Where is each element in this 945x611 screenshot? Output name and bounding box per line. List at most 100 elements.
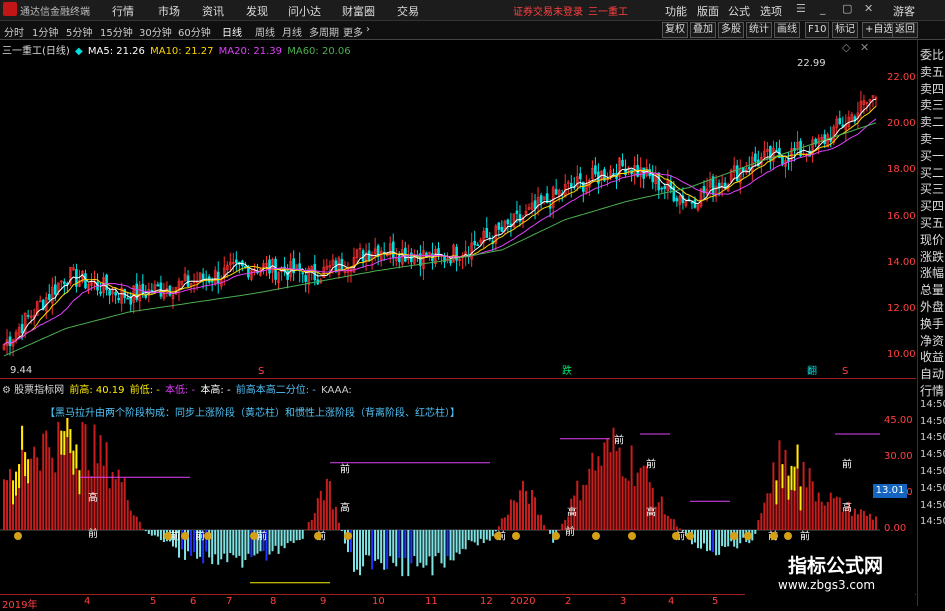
indicator-bar bbox=[615, 451, 618, 530]
menu-item-faxian[interactable]: 发现 bbox=[246, 3, 268, 19]
indicator-bar bbox=[823, 505, 826, 530]
indicator-bar bbox=[712, 530, 715, 553]
indicator-bar bbox=[721, 530, 724, 547]
side-panel-item: 净资 bbox=[920, 333, 945, 348]
indicator-bar bbox=[597, 456, 600, 530]
chevron-right-icon[interactable]: › bbox=[366, 24, 370, 35]
indicator-bar bbox=[135, 516, 138, 530]
candle-body bbox=[47, 293, 51, 300]
login-status[interactable]: 证券交易未登录 bbox=[513, 3, 583, 18]
date-tick-label: 5 bbox=[150, 596, 157, 607]
ma60-line bbox=[3, 122, 877, 357]
price-chart[interactable]: 22.99 9.44 S 跌 翻 S bbox=[0, 56, 916, 379]
menu-item-xuanxiang[interactable]: 选项 bbox=[760, 3, 782, 19]
indicator-bar bbox=[772, 462, 775, 530]
guest-label[interactable]: 游客 bbox=[893, 3, 915, 19]
period-more[interactable]: 更多 bbox=[343, 24, 363, 39]
signal-marker: S bbox=[842, 366, 848, 377]
indicator-bar bbox=[859, 509, 862, 530]
indicator-value-badge: 13.01 bbox=[873, 484, 907, 498]
menu-item-zixun[interactable]: 资讯 bbox=[202, 3, 224, 19]
side-panel-item: 卖五 bbox=[920, 64, 945, 79]
period-monthly[interactable]: 月线 bbox=[282, 24, 302, 39]
period-5min[interactable]: 5分钟 bbox=[66, 24, 92, 39]
indicator-bar bbox=[431, 530, 434, 576]
period-weekly[interactable]: 周线 bbox=[255, 24, 275, 39]
price-tick-label: 12.00 bbox=[887, 302, 916, 314]
indicator-bar bbox=[374, 530, 377, 561]
indicator-bar bbox=[9, 469, 12, 530]
candle-body bbox=[506, 219, 510, 225]
stock-name-title: 三一重工 bbox=[588, 7, 628, 18]
f10-button[interactable]: F10 bbox=[805, 22, 830, 38]
candle-body bbox=[186, 275, 190, 287]
restore-icon[interactable]: ▢ bbox=[842, 2, 852, 15]
menu-item-banmian[interactable]: 版面 bbox=[697, 3, 719, 19]
indicator-bar bbox=[280, 530, 283, 546]
menu-icon[interactable]: ☰ bbox=[796, 2, 806, 15]
fuquan-button[interactable]: 复权 bbox=[662, 22, 688, 38]
indicator-bar bbox=[6, 480, 9, 530]
bar-label: 高 bbox=[340, 501, 350, 514]
date-tick-label: 5 bbox=[712, 596, 719, 607]
signal-marker: S bbox=[258, 366, 264, 377]
candle-body bbox=[20, 323, 24, 334]
indicator-bar bbox=[114, 479, 117, 530]
fanhui-button[interactable]: 返回 bbox=[892, 22, 918, 38]
money-bag-icon bbox=[552, 532, 560, 540]
money-bag-icon bbox=[592, 532, 600, 540]
indicator-bar bbox=[868, 513, 871, 530]
indicator-bar bbox=[820, 501, 823, 530]
period-15min[interactable]: 15分钟 bbox=[100, 24, 133, 39]
period-daily[interactable]: 日线 bbox=[222, 24, 242, 39]
indicator-bar bbox=[763, 502, 766, 530]
tongji-button[interactable]: 统计 bbox=[746, 22, 772, 38]
indicator-bar bbox=[422, 530, 425, 568]
indicator-bar bbox=[446, 530, 449, 557]
biaoji-button[interactable]: 标记 bbox=[832, 22, 858, 38]
diamond-icon[interactable]: ◇ bbox=[842, 41, 850, 54]
candle-body bbox=[781, 156, 784, 165]
yellow-core-bar bbox=[775, 480, 778, 505]
period-60min[interactable]: 60分钟 bbox=[178, 24, 211, 39]
duogu-button[interactable]: 多股 bbox=[718, 22, 744, 38]
side-panel-item: 涨幅 bbox=[920, 266, 945, 281]
indicator-bar bbox=[325, 478, 328, 530]
candle-body bbox=[301, 272, 305, 275]
diejia-button[interactable]: 叠加 bbox=[690, 22, 716, 38]
money-bag-icon bbox=[314, 532, 322, 540]
menu-item-shichang[interactable]: 市场 bbox=[158, 3, 180, 19]
huaxian-button[interactable]: 画线 bbox=[774, 22, 800, 38]
close-icon[interactable]: ✕ bbox=[864, 2, 873, 15]
indicator-bar bbox=[709, 530, 712, 551]
indicator-bar bbox=[826, 501, 829, 530]
indicator-bar bbox=[470, 530, 473, 542]
indicator-bar bbox=[479, 530, 482, 539]
indicator-bar bbox=[48, 447, 51, 530]
indicator-bar bbox=[102, 465, 105, 530]
period-multi[interactable]: 多周期 bbox=[309, 24, 339, 39]
gear-icon[interactable]: ⚙ bbox=[2, 385, 11, 396]
period-30min[interactable]: 30分钟 bbox=[139, 24, 172, 39]
period-fenshi[interactable]: 分时 bbox=[4, 24, 24, 39]
yellow-core-bar bbox=[790, 465, 793, 490]
menu-item-caifuquan[interactable]: 财富圈 bbox=[342, 3, 375, 19]
menu-item-hangqing[interactable]: 行情 bbox=[112, 3, 134, 19]
indicator-bar bbox=[871, 519, 874, 530]
menu-item-gongshi[interactable]: 公式 bbox=[728, 3, 750, 19]
indicator-bar bbox=[485, 530, 488, 540]
minimize-icon[interactable]: _ bbox=[820, 2, 826, 15]
menu-item-wenxiaoda[interactable]: 问小达 bbox=[288, 3, 321, 19]
money-bag-icon bbox=[744, 532, 752, 540]
menu-item-jiaoyi[interactable]: 交易 bbox=[397, 3, 419, 19]
price-tick-label: 20.00 bbox=[887, 118, 916, 130]
indicator-bar bbox=[413, 530, 416, 556]
indicator-bar bbox=[488, 530, 491, 541]
indicator-bar bbox=[404, 530, 407, 559]
menu-item-gongneng[interactable]: 功能 bbox=[665, 3, 687, 19]
window-close-icon[interactable]: ✕ bbox=[860, 41, 869, 54]
indicator-bar bbox=[579, 500, 582, 530]
indicator-bar bbox=[398, 530, 401, 558]
period-1min[interactable]: 1分钟 bbox=[32, 24, 58, 39]
candle-body bbox=[548, 205, 552, 209]
